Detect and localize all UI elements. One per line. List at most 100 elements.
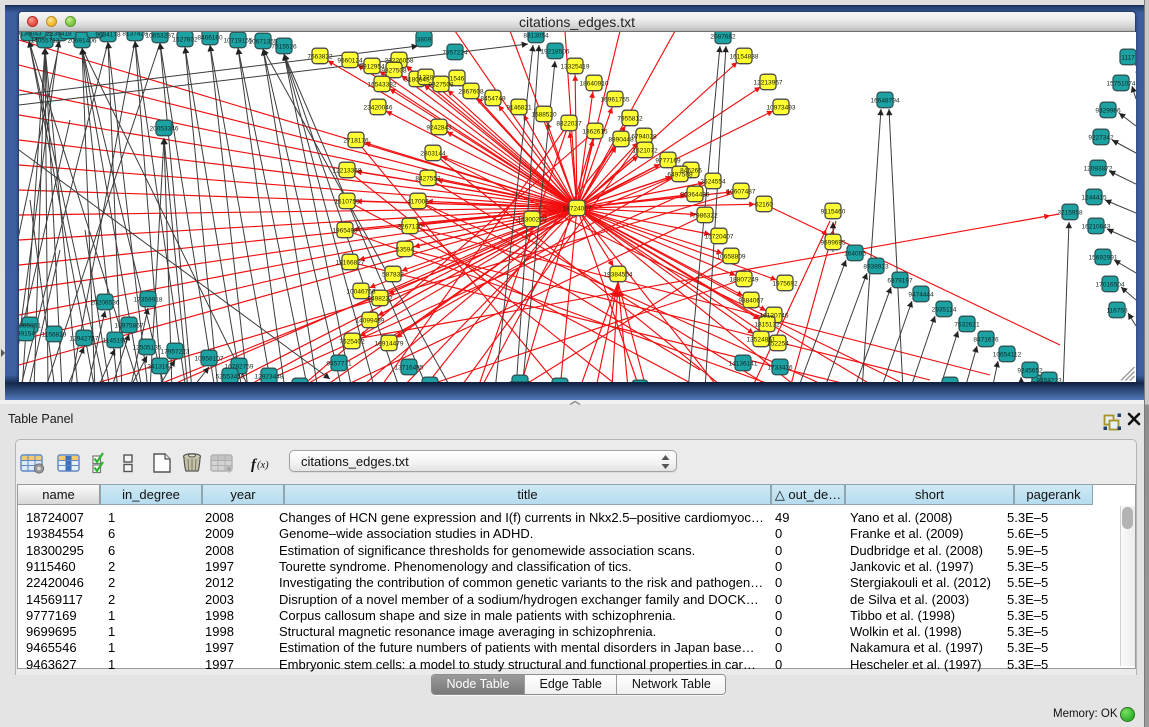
svg-text:18724007: 18724007 <box>563 205 592 212</box>
svg-text:9358223: 9358223 <box>1036 377 1062 382</box>
svg-text:9245652: 9245652 <box>1017 367 1043 374</box>
svg-text:17957223: 17957223 <box>161 348 190 355</box>
svg-text:9327508: 9327508 <box>428 81 454 88</box>
svg-text:12093872: 12093872 <box>1084 165 1113 172</box>
svg-text:16782759: 16782759 <box>225 363 254 370</box>
svg-text:9777169: 9777169 <box>655 157 681 164</box>
svg-text:18640910: 18640910 <box>580 80 609 87</box>
svg-text:16648794: 16648794 <box>871 97 900 104</box>
svg-text:(x): (x) <box>257 460 269 471</box>
svg-text:16914479: 16914479 <box>375 340 404 347</box>
svg-text:9329966: 9329966 <box>1095 107 1121 114</box>
svg-text:8137428: 8137428 <box>122 32 148 37</box>
svg-text:3413164: 3413164 <box>147 363 173 370</box>
svg-text:9457771: 9457771 <box>326 360 352 367</box>
svg-text:252254: 252254 <box>767 340 789 347</box>
svg-text:62160: 62160 <box>755 201 773 208</box>
svg-text:7986322: 7986322 <box>692 212 718 219</box>
svg-text:23420046: 23420046 <box>364 104 393 111</box>
svg-text:9327508: 9327508 <box>381 67 407 74</box>
svg-text:7955812: 7955812 <box>617 115 643 122</box>
svg-text:1975692: 1975692 <box>772 280 798 287</box>
svg-text:16210643: 16210643 <box>1082 223 1111 230</box>
svg-text:23226058: 23226058 <box>385 57 414 64</box>
svg-text:9242843: 9242843 <box>426 124 452 131</box>
svg-text:908386: 908386 <box>509 380 531 382</box>
svg-text:4498222: 4498222 <box>367 295 393 302</box>
svg-text:8466160: 8466160 <box>197 34 223 41</box>
svg-text:17016504: 17016504 <box>1096 281 1125 288</box>
svg-text:39154: 39154 <box>19 330 35 337</box>
svg-text:9474444: 9474444 <box>908 291 934 298</box>
svg-text:19384554: 19384554 <box>604 271 633 278</box>
svg-text:7632621: 7632621 <box>954 321 980 328</box>
svg-text:1156829: 1156829 <box>42 331 67 338</box>
svg-text:12505135: 12505135 <box>133 344 162 351</box>
svg-text:1244415: 1244415 <box>1081 194 1107 201</box>
svg-text:3267130: 3267130 <box>397 223 423 230</box>
svg-text:8990448: 8990448 <box>608 136 634 143</box>
svg-text:15720407: 15720407 <box>705 233 734 240</box>
svg-text:1117: 1117 <box>1121 54 1135 61</box>
svg-text:9227342: 9227342 <box>1088 134 1114 141</box>
svg-text:2718176: 2718176 <box>343 137 369 144</box>
svg-text:9146821: 9146821 <box>506 104 532 111</box>
svg-text:9115460: 9115460 <box>821 208 846 215</box>
svg-text:8471676: 8471676 <box>973 336 999 343</box>
svg-text:19218506: 19218506 <box>541 48 570 55</box>
svg-text:20053346: 20053346 <box>150 125 179 132</box>
svg-text:53594: 53594 <box>396 246 414 253</box>
svg-text:20691406: 20691406 <box>68 37 97 44</box>
svg-text:10958107: 10958107 <box>195 355 224 362</box>
svg-text:16120746: 16120746 <box>760 312 789 319</box>
svg-text:12923448: 12923448 <box>255 373 284 380</box>
svg-text:7957224: 7957224 <box>442 49 468 56</box>
svg-text:9884067: 9884067 <box>738 297 764 304</box>
svg-text:10975867: 10975867 <box>115 322 144 329</box>
svg-text:10607487: 10607487 <box>727 188 756 195</box>
svg-text:1621072: 1621072 <box>632 147 658 154</box>
svg-text:8938923: 8938923 <box>863 263 889 270</box>
svg-text:3215958: 3215958 <box>1057 209 1083 216</box>
svg-text:6497568: 6497568 <box>667 171 693 178</box>
svg-text:13716485: 13716485 <box>395 364 424 371</box>
svg-text:7663822: 7663822 <box>307 53 333 60</box>
svg-text:17359918: 17359918 <box>134 296 163 303</box>
svg-text:1815132: 1815132 <box>754 321 780 328</box>
svg-text:2935114: 2935114 <box>932 306 957 313</box>
svg-text:9699695: 9699695 <box>820 239 846 246</box>
svg-text:3624554: 3624554 <box>700 178 726 185</box>
svg-text:2087682: 2087682 <box>710 33 736 40</box>
svg-text:8813054: 8813054 <box>523 32 549 39</box>
svg-text:8454749: 8454749 <box>480 95 506 102</box>
svg-text:16961755: 16961755 <box>601 96 630 103</box>
svg-text:16154838: 16154838 <box>730 53 759 60</box>
svg-text:12942757: 12942757 <box>70 335 99 342</box>
svg-text:18807249: 18807249 <box>730 276 759 283</box>
svg-text:164095: 164095 <box>844 250 866 257</box>
svg-text:20364436: 20364436 <box>681 191 710 198</box>
svg-text:587832: 587832 <box>382 271 404 278</box>
svg-text:1362615: 1362615 <box>582 128 608 135</box>
svg-text:12213967: 12213967 <box>754 79 783 86</box>
svg-text:10046766: 10046766 <box>347 288 376 295</box>
svg-text:6879197: 6879197 <box>887 277 913 284</box>
svg-text:52553419: 52553419 <box>216 373 245 380</box>
svg-text:7625402: 7625402 <box>339 338 365 345</box>
svg-text:6794028: 6794028 <box>631 133 657 140</box>
svg-text:1145194: 1145194 <box>103 337 128 344</box>
svg-text:2803144: 2803144 <box>420 150 446 157</box>
svg-text:15692991: 15692991 <box>1089 254 1118 261</box>
svg-text:14099489: 14099489 <box>356 317 385 324</box>
svg-text:985061: 985061 <box>19 322 41 329</box>
svg-text:14055712: 14055712 <box>31 37 60 44</box>
svg-text:15751074: 15751074 <box>1107 80 1136 87</box>
svg-text:417006: 417006 <box>407 198 429 205</box>
svg-text:10654112: 10654112 <box>993 351 1022 358</box>
svg-text:8427552: 8427552 <box>415 175 441 182</box>
svg-text:1328: 1328 <box>419 74 434 81</box>
svg-text:14136141: 14136141 <box>729 360 758 367</box>
svg-text:9634178: 9634178 <box>95 32 121 38</box>
svg-text:1588520: 1588520 <box>531 111 557 118</box>
svg-text:1610755: 1610755 <box>334 198 360 205</box>
